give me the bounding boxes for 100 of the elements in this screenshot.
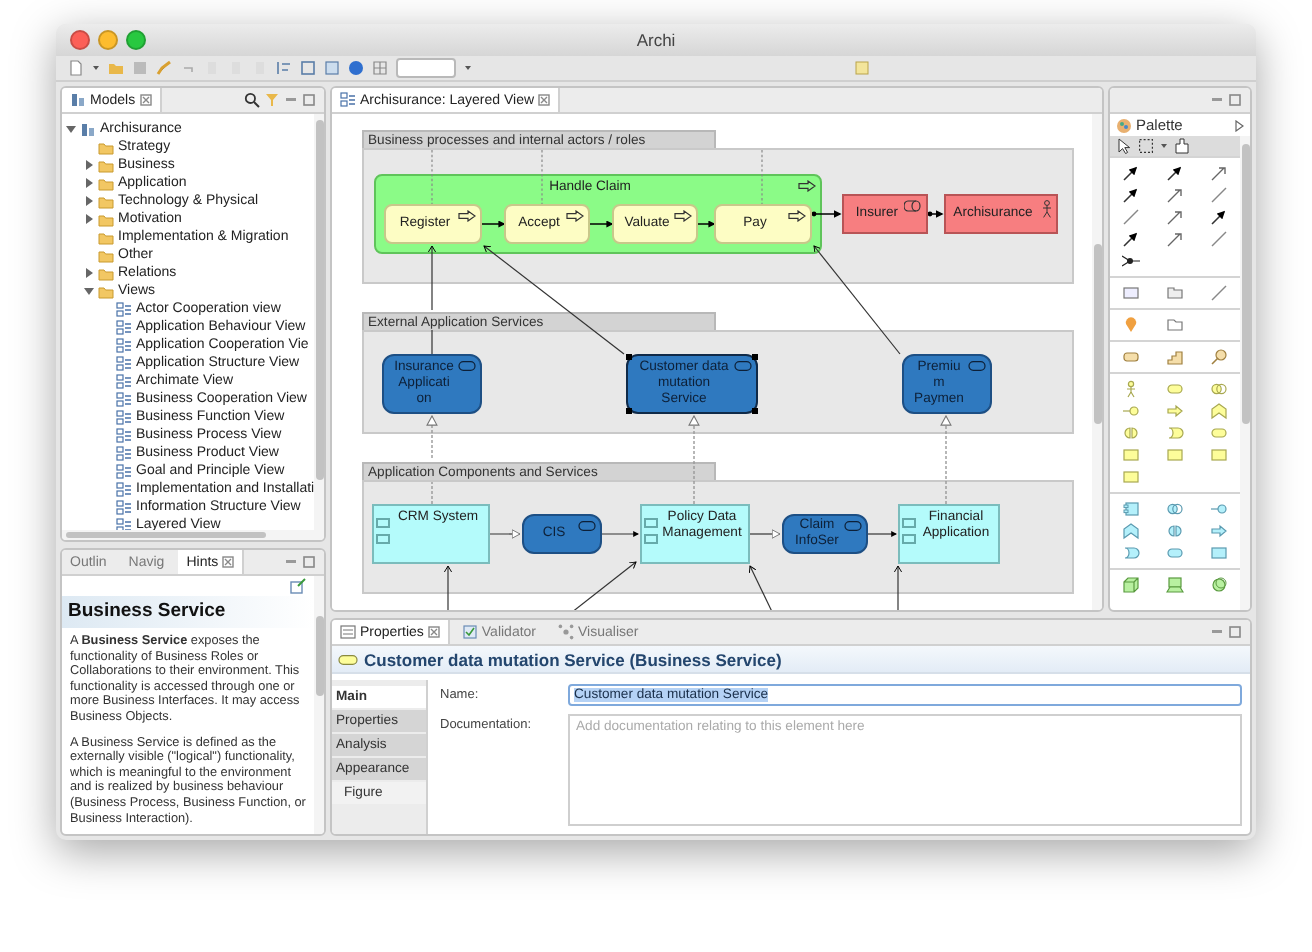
diagram-icon[interactable] xyxy=(116,499,132,515)
interaction-icon[interactable] xyxy=(1165,522,1184,540)
note-icon[interactable] xyxy=(1122,284,1141,302)
process-arrow-icon[interactable] xyxy=(1209,522,1228,540)
zoom-window-button[interactable] xyxy=(126,30,146,50)
folder-icon[interactable] xyxy=(1165,316,1184,334)
maximize-icon[interactable] xyxy=(302,94,316,106)
maximize-icon[interactable] xyxy=(302,556,316,568)
minimize-icon[interactable] xyxy=(284,556,298,568)
function-icon[interactable] xyxy=(1122,522,1141,540)
relation-arrow-icon[interactable] xyxy=(1122,230,1141,248)
scrollbar[interactable] xyxy=(1092,114,1102,610)
collapsed-triangle-icon[interactable] xyxy=(84,268,94,278)
stick-figure-icon[interactable] xyxy=(1122,380,1141,398)
maximize-icon[interactable] xyxy=(1228,626,1242,638)
assignment-connector xyxy=(927,210,944,218)
close-icon[interactable] xyxy=(538,94,551,106)
diagram-icon[interactable] xyxy=(116,391,132,407)
trigger-arrow xyxy=(481,220,506,228)
event-icon[interactable] xyxy=(1122,544,1141,562)
relation-arrow-icon[interactable] xyxy=(1165,164,1184,182)
component-icon[interactable] xyxy=(1122,500,1141,518)
minimize-window-button[interactable] xyxy=(98,30,118,50)
model-icon[interactable] xyxy=(80,121,96,137)
search-icon[interactable] xyxy=(244,92,260,108)
diagram-icon[interactable] xyxy=(116,481,132,497)
marquee-icon[interactable] xyxy=(1138,138,1154,154)
diagram-icon[interactable] xyxy=(116,319,132,335)
dotted-connector xyxy=(431,149,433,205)
diagram-icon[interactable] xyxy=(116,427,132,443)
minimize-icon[interactable] xyxy=(284,94,298,106)
diagram-icon[interactable] xyxy=(116,517,132,533)
expanded-triangle-icon[interactable] xyxy=(66,124,76,134)
dotted-connector xyxy=(761,149,763,205)
grid-icon[interactable] xyxy=(372,60,388,76)
capability-icon[interactable] xyxy=(1165,348,1184,366)
serving-arrow xyxy=(443,565,453,610)
pill-icon[interactable] xyxy=(1209,424,1228,442)
diagram-icon[interactable] xyxy=(116,409,132,425)
pill-icon[interactable] xyxy=(1165,544,1184,562)
function-icon[interactable] xyxy=(1209,402,1228,420)
pill-icon[interactable] xyxy=(1165,380,1184,398)
rings-icon[interactable] xyxy=(1165,500,1184,518)
realization-arrow xyxy=(940,415,952,505)
course-of-action-icon[interactable] xyxy=(1209,348,1228,366)
minimize-icon[interactable] xyxy=(1210,626,1224,638)
node-icon[interactable] xyxy=(1122,576,1141,594)
scrollbar[interactable] xyxy=(314,576,324,834)
flow-arrow xyxy=(867,531,898,537)
minimize-icon[interactable] xyxy=(1210,94,1224,106)
box-icon[interactable] xyxy=(1209,446,1228,464)
resource-icon[interactable] xyxy=(1122,348,1141,366)
close-icon[interactable] xyxy=(427,626,440,638)
brush-icon[interactable] xyxy=(156,60,172,76)
box-icon[interactable] xyxy=(1122,468,1141,486)
rings-icon[interactable] xyxy=(1209,380,1228,398)
role-icon xyxy=(904,200,922,212)
format-painter-icon[interactable] xyxy=(1174,138,1190,154)
diagram-icon[interactable] xyxy=(116,337,132,353)
relation-arrow-icon[interactable] xyxy=(1209,208,1228,226)
diagram-icon[interactable] xyxy=(116,445,132,461)
system-software-icon[interactable] xyxy=(1209,576,1228,594)
box-icon[interactable] xyxy=(1122,446,1141,464)
zoom-field[interactable] xyxy=(396,58,456,78)
event-icon[interactable] xyxy=(1165,424,1184,442)
scrollbar[interactable] xyxy=(314,114,324,530)
properties-title: Customer data mutation Service (Business Service) xyxy=(364,649,782,669)
serving-arrow xyxy=(489,529,521,539)
scrollbar[interactable] xyxy=(62,530,324,540)
junction-icon[interactable] xyxy=(1122,252,1141,270)
align-icon[interactable] xyxy=(276,60,292,76)
open-folder-icon[interactable] xyxy=(108,60,124,76)
pointer-icon[interactable] xyxy=(1116,138,1132,154)
close-icon[interactable] xyxy=(222,556,235,568)
box-icon[interactable] xyxy=(1209,544,1228,562)
palette-icon[interactable] xyxy=(1116,117,1132,133)
location-pin-icon[interactable] xyxy=(1122,316,1141,334)
box-icon[interactable] xyxy=(1165,446,1184,464)
expanded-triangle-icon[interactable] xyxy=(84,286,94,296)
close-icon[interactable] xyxy=(139,94,152,106)
process-arrow-icon[interactable] xyxy=(1165,402,1184,420)
interface-icon[interactable] xyxy=(1209,500,1228,518)
triangle-icon[interactable] xyxy=(1234,119,1244,131)
close-window-button[interactable] xyxy=(70,30,90,50)
diagram-icon[interactable] xyxy=(116,301,132,317)
device-icon[interactable] xyxy=(1165,576,1184,594)
maximize-icon[interactable] xyxy=(1228,94,1242,106)
line-icon[interactable] xyxy=(1209,284,1228,302)
link-icon[interactable] xyxy=(290,578,306,594)
diagram-icon[interactable] xyxy=(116,373,132,389)
interface-icon[interactable] xyxy=(1122,402,1141,420)
trigger-arrow xyxy=(589,220,614,228)
panel-icon[interactable] xyxy=(300,60,316,76)
interaction-icon[interactable] xyxy=(1122,424,1141,442)
diagram-icon[interactable] xyxy=(116,463,132,479)
diagram-icon[interactable] xyxy=(116,355,132,371)
group-icon[interactable] xyxy=(1165,284,1184,302)
new-document-icon[interactable] xyxy=(68,60,84,76)
layout-icon[interactable] xyxy=(324,60,340,76)
scrollbar[interactable] xyxy=(1240,136,1250,610)
